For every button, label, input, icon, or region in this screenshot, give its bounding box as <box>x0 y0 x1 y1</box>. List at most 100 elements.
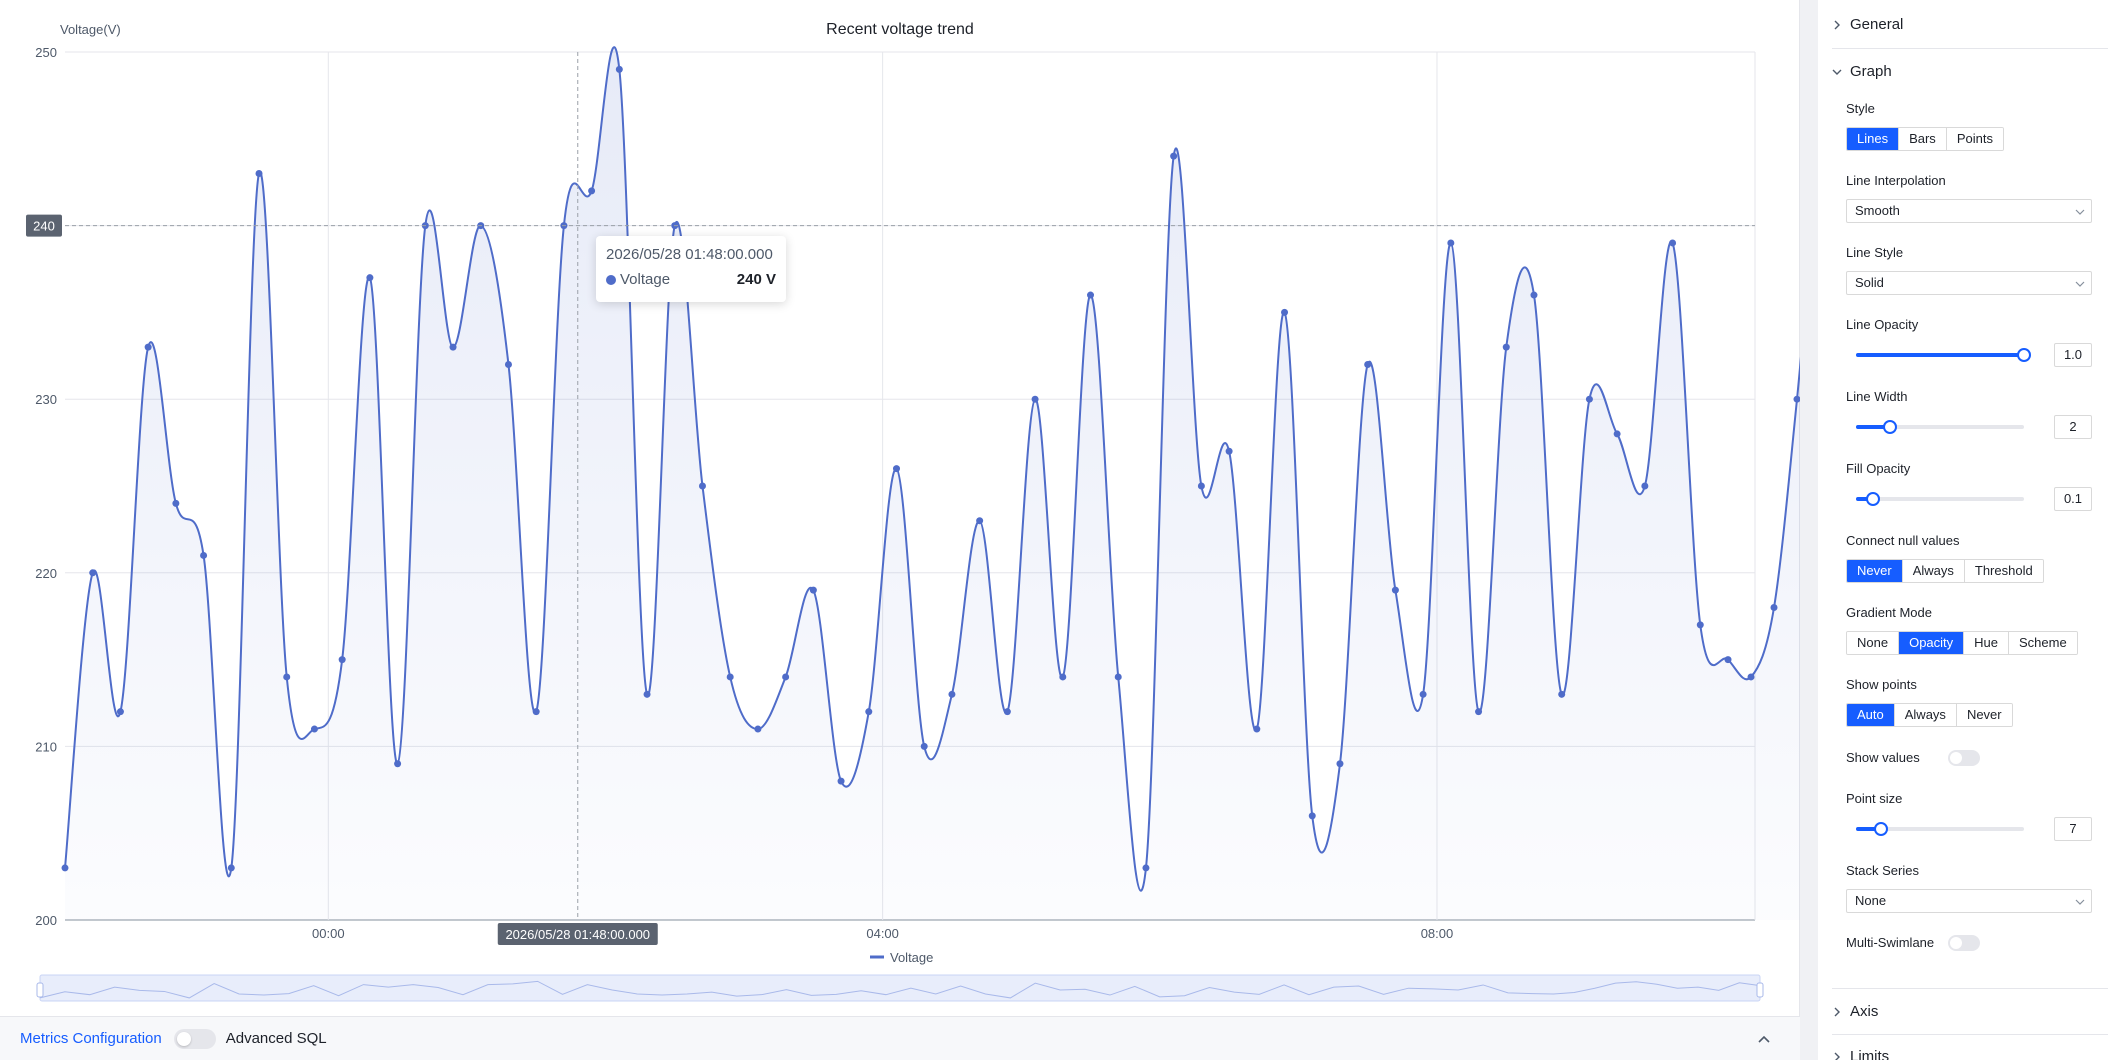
data-point <box>1391 586 1399 594</box>
interpolation-label: Line Interpolation <box>1846 173 1946 188</box>
stack-series-label: Stack Series <box>1846 863 1919 878</box>
section-general-label: General <box>1850 16 1904 33</box>
tooltip-value: 240 V <box>736 271 776 288</box>
chevron-down-icon <box>1832 69 1842 75</box>
data-point <box>588 187 596 195</box>
voltage-chart[interactable]: Recent voltage trend Voltage(V) 200 210 220 2… <box>0 0 1800 1016</box>
section-axis[interactable]: Axis <box>1832 1003 1878 1020</box>
divider <box>1832 48 2108 49</box>
line-width-label: Line Width <box>1846 389 1908 404</box>
swimlane-label: Multi-Swimlane <box>1846 935 1935 950</box>
data-point <box>1696 621 1704 629</box>
data-point <box>1031 395 1039 403</box>
data-point <box>1087 291 1095 299</box>
y-tick-label: 200 <box>35 913 57 928</box>
connect-null-option-never[interactable]: Never <box>1847 560 1903 582</box>
data-point <box>809 586 817 594</box>
stack-series-select[interactable]: None <box>1846 889 2092 913</box>
slider-handle[interactable] <box>1882 420 1897 434</box>
slider-handle[interactable] <box>2017 348 2031 362</box>
data-point <box>283 673 291 681</box>
data-point <box>1770 604 1778 612</box>
connect-null-option-threshold[interactable]: Threshold <box>1964 560 2043 582</box>
show-values-toggle[interactable] <box>1948 750 1980 766</box>
data-point <box>227 864 235 872</box>
chevron-right-icon <box>1834 20 1840 29</box>
chart-panel: Recent voltage trend Voltage(V) 200 210 220 2… <box>0 0 1800 1060</box>
crosshair-x-label: 2026/05/28 01:48:00.000 <box>505 927 650 942</box>
line-opacity-slider[interactable] <box>1856 348 2031 362</box>
data-point <box>310 725 318 733</box>
section-limits-label: Limits <box>1850 1048 1890 1060</box>
data-point <box>1142 864 1150 872</box>
data-point <box>61 864 69 872</box>
line-width-slider[interactable] <box>1856 420 2024 434</box>
gradient-label: Gradient Mode <box>1846 605 1932 620</box>
y-tick-label: 230 <box>35 392 57 407</box>
data-point <box>1114 673 1122 681</box>
slider-fill <box>1856 353 2024 357</box>
fill-opacity-input[interactable]: 0.1 <box>2054 487 2092 511</box>
show-points-option-never[interactable]: Never <box>1956 704 2012 726</box>
x-tick-label: 08:00 <box>1421 926 1454 941</box>
fill-opacity-slider[interactable] <box>1856 492 2024 506</box>
gradient-option-opacity[interactable]: Opacity <box>1899 632 1965 654</box>
x-tick-label: 04:00 <box>866 926 899 941</box>
data-point <box>643 690 651 698</box>
show-points-segmented: Auto Always Never <box>1846 703 2013 727</box>
connect-null-option-always[interactable]: Always <box>1902 560 1965 582</box>
line-style-select[interactable]: Solid <box>1846 271 2092 295</box>
data-point <box>255 170 263 178</box>
data-point <box>920 742 928 750</box>
show-points-label: Show points <box>1846 677 1917 692</box>
gradient-option-scheme[interactable]: Scheme <box>2009 632 2077 654</box>
slider-handle[interactable] <box>1874 822 1889 836</box>
data-point <box>338 656 346 664</box>
style-option-bars[interactable]: Bars <box>1899 128 1947 150</box>
section-general[interactable]: General <box>1832 16 1903 33</box>
data-point <box>1308 812 1316 820</box>
show-points-option-always[interactable]: Always <box>1894 704 1957 726</box>
section-axis-label: Axis <box>1850 1003 1879 1020</box>
gradient-option-hue[interactable]: Hue <box>1964 632 2010 654</box>
show-points-option-auto[interactable]: Auto <box>1847 704 1895 726</box>
data-point <box>1641 482 1649 490</box>
data-point <box>89 569 97 577</box>
advanced-sql-switch[interactable] <box>173 1028 216 1049</box>
y-tick-label: 220 <box>35 566 57 581</box>
gradient-option-none[interactable]: None <box>1847 632 1900 654</box>
y-tick-label: 210 <box>35 739 57 754</box>
style-label: Style <box>1846 101 1875 116</box>
point-size-slider[interactable] <box>1856 822 2024 836</box>
section-graph[interactable]: Graph <box>1832 63 1892 80</box>
connect-null-segmented: Never Always Threshold <box>1846 559 2044 583</box>
data-point <box>1613 430 1621 438</box>
line-width-input[interactable]: 2 <box>2054 415 2092 439</box>
data-point <box>1253 725 1261 733</box>
data-point <box>1747 673 1755 681</box>
chevron-up-icon[interactable] <box>1756 1031 1772 1047</box>
style-option-lines[interactable]: Lines <box>1847 128 1900 150</box>
fill-opacity-label: Fill Opacity <box>1846 461 1911 476</box>
data-point <box>1197 482 1205 490</box>
data-point <box>1793 395 1800 403</box>
point-size-input[interactable]: 7 <box>2054 817 2092 841</box>
line-opacity-label: Line Opacity <box>1846 317 1919 332</box>
swimlane-toggle[interactable] <box>1948 935 1980 951</box>
zoom-handle-left <box>36 982 44 998</box>
data-point <box>1170 152 1178 160</box>
chevron-down-icon <box>2075 899 2085 905</box>
data-point <box>1003 708 1011 716</box>
data-point <box>1530 291 1538 299</box>
section-limits[interactable]: Limits <box>1832 1048 1889 1060</box>
metrics-configuration-tab[interactable]: Metrics Configuration <box>20 1030 162 1047</box>
slider-handle[interactable] <box>1865 492 1880 506</box>
interpolation-select[interactable]: Smooth <box>1846 199 2092 223</box>
style-option-points[interactable]: Points <box>1946 128 2003 150</box>
data-point <box>116 708 124 716</box>
style-segmented: Lines Bars Points <box>1846 127 2004 151</box>
x-tick-label: 00:00 <box>312 926 345 941</box>
line-opacity-input[interactable]: 1.0 <box>2054 343 2092 367</box>
y-axis-label: Voltage(V) <box>60 22 121 37</box>
data-point <box>200 551 208 559</box>
